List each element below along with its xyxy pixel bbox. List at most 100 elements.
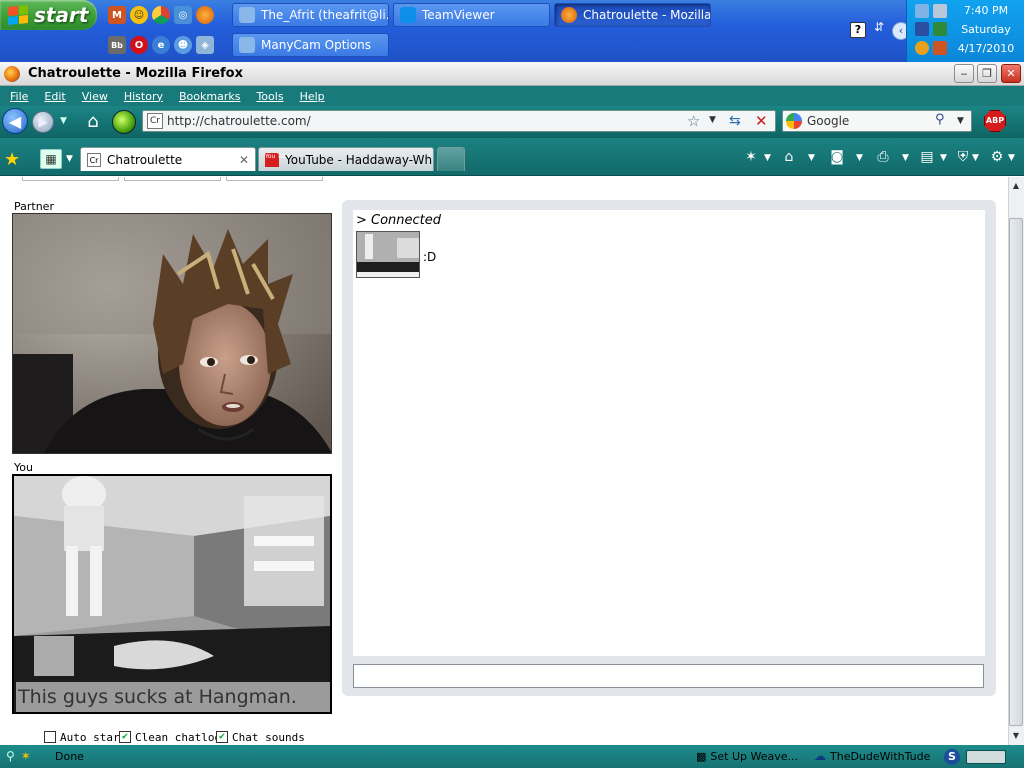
home-dropdown-icon[interactable]: ▼ xyxy=(808,153,815,163)
taskbar-window-firefox[interactable]: Chatroulette - Mozilla... xyxy=(554,3,711,27)
menu-edit[interactable]: Edit xyxy=(44,90,65,103)
tray-monitor-icon[interactable] xyxy=(915,22,929,36)
tab-overview-button[interactable]: ▦ xyxy=(40,149,62,169)
safety-dropdown-icon[interactable]: ▼ xyxy=(972,153,979,163)
close-button[interactable]: ✕ xyxy=(1001,64,1021,83)
print-icon[interactable]: ⎙ xyxy=(874,148,892,166)
quick-launch-row-2: Bb O e ☻ ◈ xyxy=(108,34,214,56)
tray-gmail-icon[interactable] xyxy=(933,41,947,55)
network-icon[interactable]: ⇵ xyxy=(874,20,884,34)
tray-meter-icon[interactable] xyxy=(933,22,947,36)
option-chat-sounds[interactable]: ✔ Chat sounds xyxy=(216,729,305,745)
chat-status-line: > Connected xyxy=(356,213,442,228)
minimize-button[interactable]: ‒ xyxy=(954,64,974,83)
chat-image-thumbnail[interactable] xyxy=(356,231,420,278)
home-toolbar-icon[interactable]: ⌂ xyxy=(780,148,798,166)
weave-setup-link[interactable]: ▩ Set Up Weave... xyxy=(696,750,798,763)
search-bar[interactable]: Google ⚲ ▼ xyxy=(782,110,972,132)
auto-start-checkbox[interactable] xyxy=(44,731,56,743)
menu-tools[interactable]: Tools xyxy=(256,90,283,103)
clean-chatlog-checkbox[interactable]: ✔ xyxy=(119,731,131,743)
url-text[interactable]: http://chatroulette.com/ xyxy=(167,114,311,128)
browser-icon[interactable]: ◎ xyxy=(174,6,192,24)
forward-button[interactable]: ▶ xyxy=(32,111,54,133)
gmail-icon[interactable]: M xyxy=(108,6,126,24)
menu-bookmarks[interactable]: Bookmarks xyxy=(179,90,240,103)
chat-message-input[interactable] xyxy=(353,664,984,688)
print-dropdown-icon[interactable]: ▼ xyxy=(902,153,909,163)
chrome-icon[interactable] xyxy=(152,6,170,24)
status-addon-widget[interactable] xyxy=(966,750,1006,764)
tab-close-icon[interactable]: ✕ xyxy=(239,153,249,167)
tray-wireless-icon[interactable] xyxy=(933,4,947,18)
tray-norton-icon[interactable] xyxy=(915,41,929,55)
bookmarks-star-icon[interactable]: ★ xyxy=(4,149,20,170)
menu-history[interactable]: History xyxy=(124,90,163,103)
messenger-smiley-icon[interactable]: ☺ xyxy=(130,6,148,24)
bookmark-star-icon[interactable]: ☆ xyxy=(687,112,700,130)
status-search-icon[interactable]: ⚲ xyxy=(6,749,15,763)
back-button[interactable]: ◀ xyxy=(2,108,28,134)
start-button[interactable]: start xyxy=(0,0,97,30)
bb-icon[interactable]: Bb xyxy=(108,36,126,54)
partner-label: Partner xyxy=(14,200,54,213)
status-fox-icon[interactable]: ✶ xyxy=(21,749,31,763)
tray-app-icon[interactable] xyxy=(915,4,929,18)
page-icon[interactable]: ▤ xyxy=(918,148,936,166)
status-s-icon[interactable]: S xyxy=(944,749,960,765)
settings-gear-icon[interactable]: ⚙ xyxy=(988,148,1006,166)
rss-feed-icon[interactable]: ◙ xyxy=(828,148,846,166)
help-icon[interactable]: ? xyxy=(850,22,866,38)
search-dropdown-icon[interactable]: ▼ xyxy=(957,116,964,126)
menu-file[interactable]: File xyxy=(10,90,28,103)
window-titlebar[interactable]: Chatroulette - Mozilla Firefox ‒ ❐ ✕ xyxy=(0,62,1024,86)
url-dropdown-icon[interactable]: ▼ xyxy=(709,115,716,125)
menu-help[interactable]: Help xyxy=(300,90,325,103)
search-magnifier-icon[interactable]: ⚲ xyxy=(935,112,945,127)
header-stub xyxy=(22,177,119,181)
scroll-down-arrow-icon[interactable]: ▼ xyxy=(1008,728,1024,744)
taskbar-window-manycam[interactable]: ManyCam Options xyxy=(232,33,389,57)
user-cloud-icon: ☁ xyxy=(814,749,826,763)
settings-dropdown-icon[interactable]: ▼ xyxy=(1008,153,1015,163)
scroll-up-arrow-icon[interactable]: ▲ xyxy=(1008,178,1024,194)
addon-button[interactable] xyxy=(112,110,136,134)
weave-icon: ▩ xyxy=(696,750,707,763)
url-bar[interactable]: Cr http://chatroulette.com/ ☆ ▼ ⇆ ✕ xyxy=(142,110,776,132)
opera-icon[interactable]: O xyxy=(130,36,148,54)
scrollbar-thumb[interactable] xyxy=(1009,218,1023,726)
home-button[interactable]: ⌂ xyxy=(82,111,104,133)
option-clean-chatlog[interactable]: ✔ Clean chatlog xyxy=(119,729,221,745)
cube-icon[interactable]: ◈ xyxy=(196,36,214,54)
ie-icon[interactable]: e xyxy=(152,36,170,54)
status-user[interactable]: ☁ TheDudeWithTude xyxy=(814,749,930,763)
search-input[interactable]: Google xyxy=(807,114,849,128)
chatroulette-favicon-icon: Cr xyxy=(87,152,101,167)
page-dropdown-icon[interactable]: ▼ xyxy=(940,153,947,163)
fox-addon-dropdown-icon[interactable]: ▼ xyxy=(764,153,771,163)
maximize-button[interactable]: ❐ xyxy=(977,64,997,83)
tab-list-dropdown-icon[interactable]: ▼ xyxy=(66,154,73,164)
safety-shield-icon[interactable]: ⛨ xyxy=(954,148,972,166)
header-stub xyxy=(226,177,323,181)
firefox-icon[interactable] xyxy=(196,6,214,24)
tab-label: Chatroulette xyxy=(107,152,183,167)
reload-icon[interactable]: ⇆ xyxy=(729,113,741,129)
tab-youtube[interactable]: You Tube YouTube - Haddaway-Wh... ✕ xyxy=(258,147,434,171)
clock-day: Saturday xyxy=(961,23,1011,36)
clock-time[interactable]: 7:40 PM xyxy=(947,4,1024,17)
option-auto-start[interactable]: Auto start xyxy=(44,729,126,745)
new-tab-button[interactable] xyxy=(437,147,465,171)
google-engine-icon[interactable] xyxy=(786,113,802,129)
fox-addon-icon[interactable]: ✶ xyxy=(742,148,760,166)
history-dropdown-icon[interactable]: ▼ xyxy=(60,116,67,126)
chat-window-icon xyxy=(239,7,255,23)
tab-chatroulette[interactable]: Cr Chatroulette ✕ xyxy=(80,147,256,171)
messenger-icon[interactable]: ☻ xyxy=(174,36,192,54)
taskbar-window-chat[interactable]: The_Afrit (theafrit@li... xyxy=(232,3,389,27)
rss-dropdown-icon[interactable]: ▼ xyxy=(856,153,863,163)
stop-icon[interactable]: ✕ xyxy=(755,112,768,130)
chat-sounds-checkbox[interactable]: ✔ xyxy=(216,731,228,743)
menu-view[interactable]: View xyxy=(82,90,108,103)
taskbar-window-teamviewer[interactable]: TeamViewer xyxy=(393,3,550,27)
